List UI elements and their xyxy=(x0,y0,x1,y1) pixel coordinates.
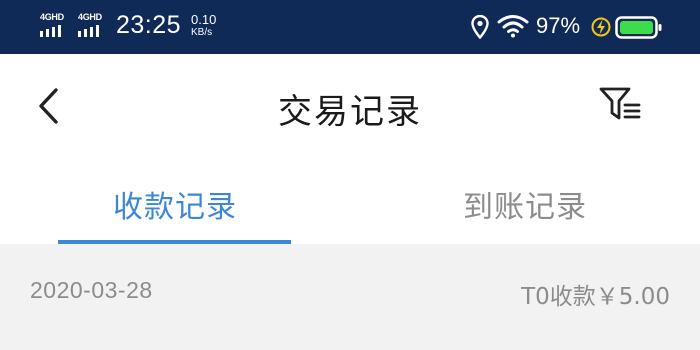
signal-icon: 4GHD xyxy=(78,12,112,38)
charging-icon xyxy=(591,17,611,37)
tab-collection-records[interactable]: 收款记录 xyxy=(0,182,350,226)
network-speed-unit: KB/s xyxy=(191,27,213,38)
tab-settlement-records[interactable]: 到账记录 xyxy=(350,182,700,226)
filter-icon[interactable] xyxy=(598,86,642,122)
header: 交易记录 xyxy=(0,54,700,160)
signal-icon: 4GHD xyxy=(40,12,74,38)
network-speed: 0.10 KB/s xyxy=(191,13,216,39)
records-list: 2020-03-28 T0收款￥5.00 xyxy=(0,244,700,350)
network-speed-value: 0.10 xyxy=(191,12,217,27)
battery-percent: 97% xyxy=(536,13,581,38)
battery-icon xyxy=(615,16,662,39)
page-title: 交易记录 xyxy=(278,92,422,132)
record-date: 2020-03-28 xyxy=(30,277,153,303)
tab-bar: 收款记录 到账记录 xyxy=(0,160,700,244)
location-icon xyxy=(471,15,489,39)
signal-label: 4GHD xyxy=(40,12,64,22)
signal-label: 4GHD xyxy=(78,12,102,22)
wifi-icon xyxy=(497,15,529,38)
clock: 23:25 xyxy=(116,11,182,39)
status-bar: 4GHD 4GHD 23:25 0.10 KB/s 97% xyxy=(0,0,700,54)
list-item[interactable]: 2020-03-28 T0收款￥5.00 xyxy=(0,244,700,332)
record-amount: T0收款￥5.00 xyxy=(521,284,670,310)
